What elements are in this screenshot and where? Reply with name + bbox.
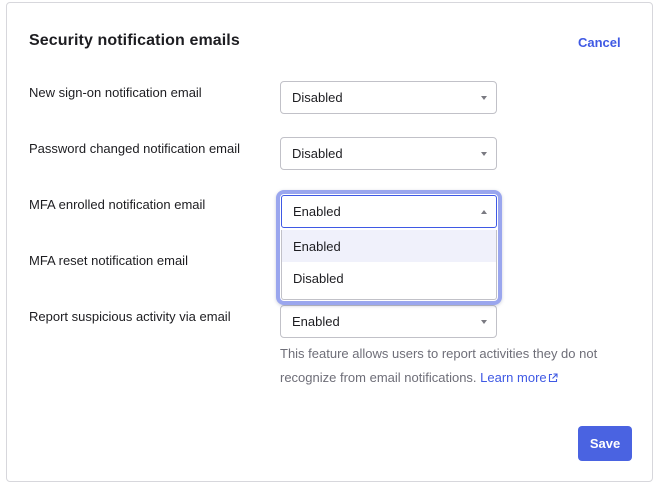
select-value: Disabled <box>292 90 343 105</box>
cancel-button[interactable]: Cancel <box>578 35 621 50</box>
report-suspicious-help-text: This feature allows users to report acti… <box>280 342 630 390</box>
row-label-new-sign-on: New sign-on notification email <box>29 85 202 100</box>
save-button[interactable]: Save <box>578 426 632 461</box>
dropdown-option-enabled[interactable]: Enabled <box>282 230 496 262</box>
mfa-enrolled-dropdown: Enabled Enabled Disabled <box>276 190 502 305</box>
chevron-down-icon <box>481 319 487 324</box>
learn-more-link[interactable]: Learn more <box>480 370 558 385</box>
new-sign-on-select[interactable]: Disabled <box>280 81 497 114</box>
learn-more-label: Learn more <box>480 370 547 385</box>
dropdown-menu: Enabled Disabled <box>281 230 497 300</box>
select-value: Disabled <box>292 146 343 161</box>
select-value: Enabled <box>292 314 340 329</box>
row-label-mfa-reset: MFA reset notification email <box>29 253 188 268</box>
row-label-report-suspicious: Report suspicious activity via email <box>29 309 231 324</box>
security-notification-panel: Security notification emails Cancel New … <box>6 2 653 482</box>
panel-title: Security notification emails <box>29 32 240 49</box>
chevron-down-icon <box>481 95 487 100</box>
row-label-mfa-enrolled: MFA enrolled notification email <box>29 197 206 212</box>
dropdown-option-disabled[interactable]: Disabled <box>282 262 496 294</box>
chevron-up-icon <box>481 209 487 214</box>
row-label-password-changed: Password changed notification email <box>29 141 241 156</box>
mfa-enrolled-select[interactable]: Enabled <box>281 195 497 228</box>
select-value: Enabled <box>293 204 341 219</box>
password-changed-select[interactable]: Disabled <box>280 137 497 170</box>
report-suspicious-select[interactable]: Enabled <box>280 305 497 338</box>
external-link-icon <box>548 373 558 383</box>
chevron-down-icon <box>481 151 487 156</box>
